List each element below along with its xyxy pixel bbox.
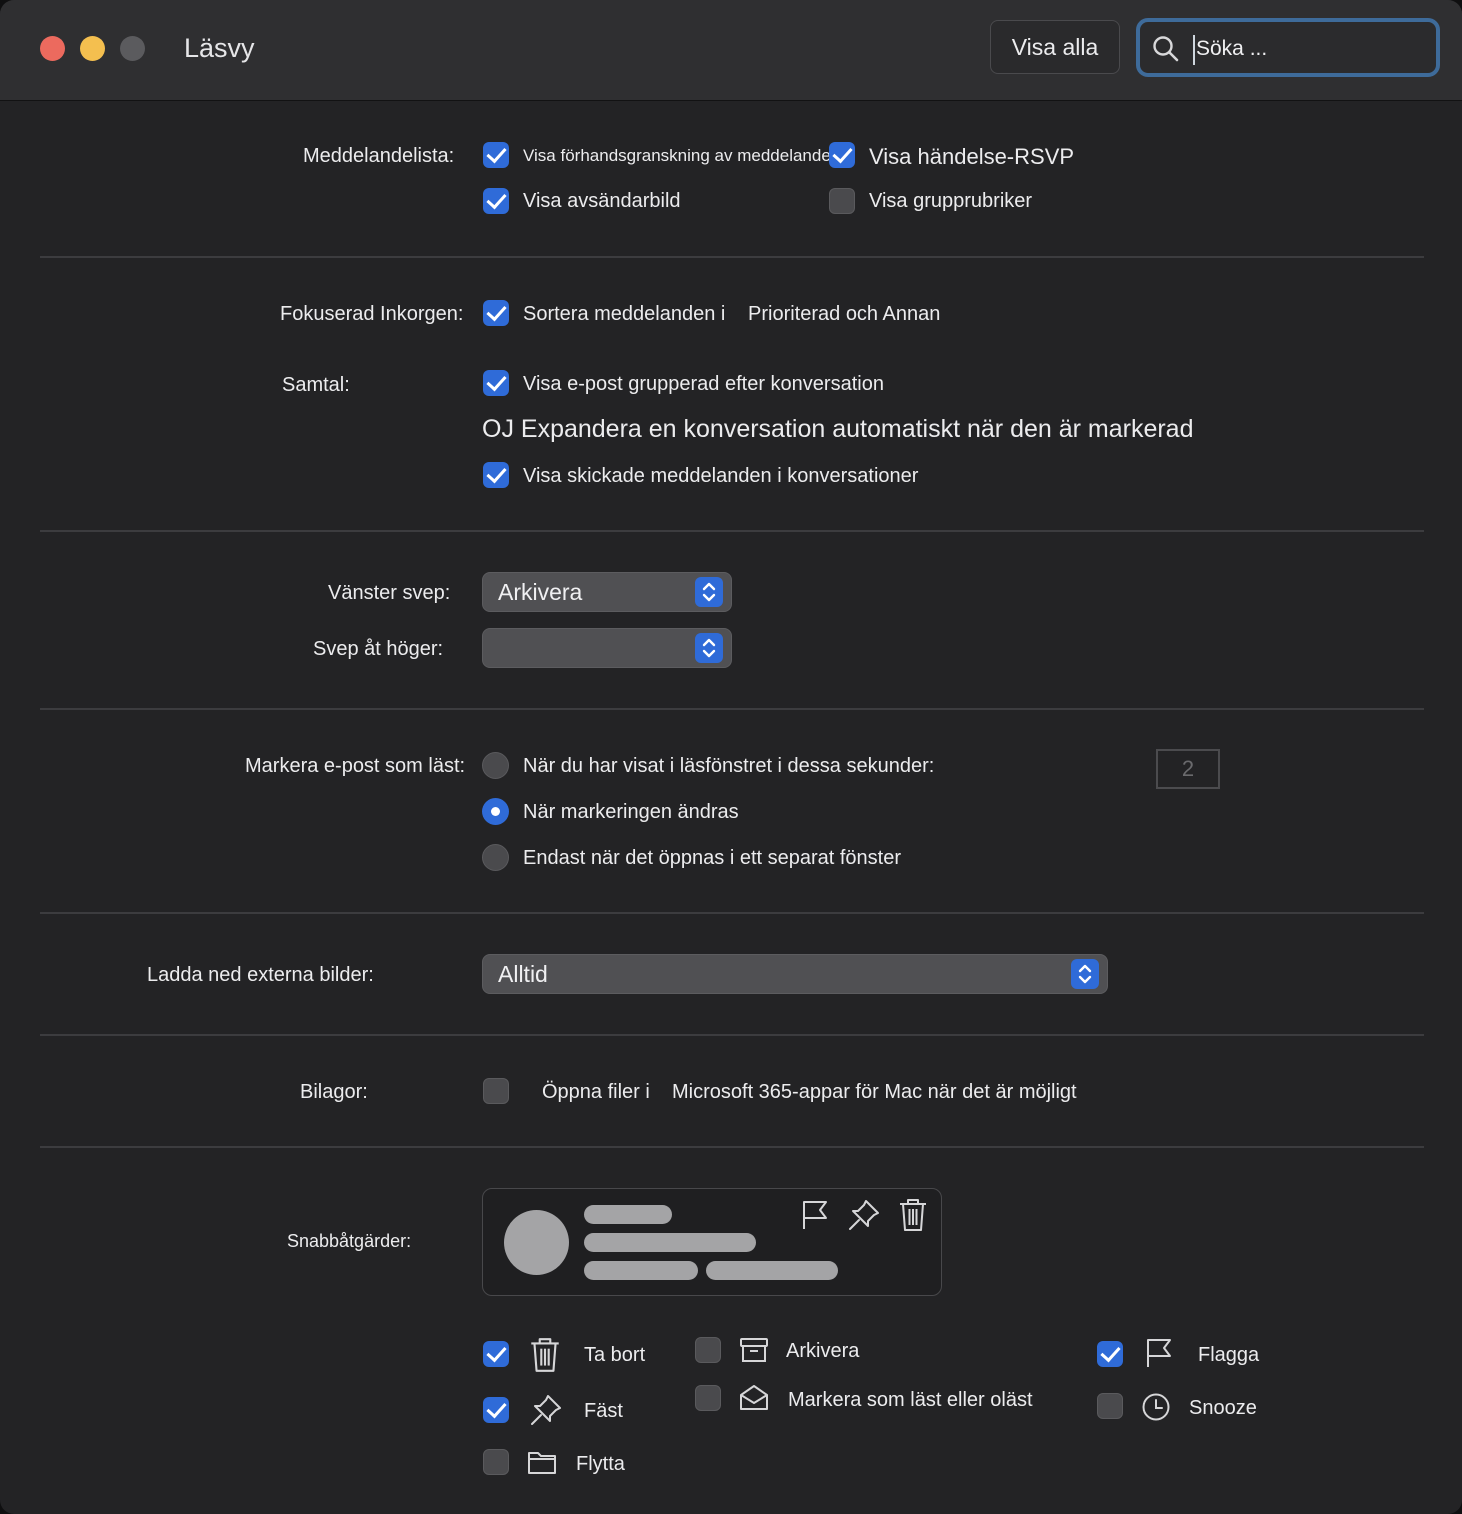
chevron-up-down-icon	[695, 633, 723, 663]
show-sender-image-checkbox[interactable]	[483, 188, 509, 214]
zoom-window-button[interactable]	[120, 36, 145, 61]
quick-action-flag-checkbox[interactable]	[1097, 1341, 1123, 1367]
focused-inbox-checkbox[interactable]	[483, 300, 509, 326]
open-in-office-apps-label: Öppna filer i	[542, 1081, 650, 1103]
quick-action-archive-label: Arkivera	[786, 1340, 860, 1362]
right-swipe-popup[interactable]	[482, 628, 732, 668]
external-images-value: Alltid	[498, 961, 548, 987]
show-group-headers-checkbox[interactable]	[829, 188, 855, 214]
mark-read-on-selection-change-label: När markeringen ändras	[523, 801, 739, 823]
open-in-office-apps-suffix: Microsoft 365-appar för Mac när det är m…	[672, 1081, 1077, 1103]
search-icon	[1153, 36, 1179, 62]
section-divider	[40, 1034, 1424, 1036]
preview-line	[584, 1233, 756, 1252]
show-sender-image-label: Visa avsändarbild	[523, 190, 681, 212]
quick-action-snooze-label: Snooze	[1189, 1397, 1257, 1419]
show-sent-in-conversations-checkbox[interactable]	[483, 462, 509, 488]
section-divider	[40, 256, 1424, 258]
quick-action-snooze-checkbox[interactable]	[1097, 1393, 1123, 1419]
left-swipe-label: Vänster svep:	[328, 582, 451, 604]
focused-inbox-label: Fokuserad Inkorgen:	[280, 303, 464, 325]
preview-line	[706, 1261, 838, 1280]
preview-line	[584, 1205, 672, 1224]
mark-read-on-selection-change-radio[interactable]	[482, 798, 509, 825]
section-divider	[40, 708, 1424, 710]
chevron-up-down-icon	[695, 577, 723, 607]
trash-icon	[531, 1338, 559, 1372]
window-title: Läsvy	[184, 33, 255, 63]
quick-action-delete-label: Ta bort	[584, 1344, 646, 1366]
section-divider	[40, 912, 1424, 914]
text-cursor	[1193, 35, 1195, 65]
quick-action-flag-label: Flagga	[1198, 1344, 1260, 1366]
search-input[interactable]	[1196, 32, 1426, 66]
envelope-open-icon	[740, 1385, 768, 1410]
chevron-up-down-icon	[1071, 959, 1099, 989]
conversations-label: Samtal:	[282, 374, 350, 396]
quick-action-archive-checkbox[interactable]	[695, 1337, 721, 1363]
section-divider	[40, 1146, 1424, 1148]
show-group-headers-label: Visa grupprubriker	[869, 190, 1033, 212]
preferences-window: Läsvy Visa alla Meddelandelista: Visa fö…	[0, 0, 1462, 1514]
show-sent-in-conversations-label: Visa skickade meddelanden i konversation…	[523, 465, 919, 487]
auto-expand-conversation-label: OJ Expandera en konversation automatiskt…	[482, 415, 1194, 443]
close-window-button[interactable]	[40, 36, 65, 61]
external-images-label: Ladda ned externa bilder:	[147, 964, 374, 986]
quick-action-mark-read-label: Markera som läst eller oläst	[788, 1389, 1033, 1411]
show-message-preview-label: Visa förhandsgranskning av meddelande	[523, 146, 831, 165]
quick-action-pin-checkbox[interactable]	[483, 1397, 509, 1423]
search-field[interactable]	[1136, 18, 1440, 77]
group-by-conversation-checkbox[interactable]	[483, 370, 509, 396]
external-images-popup[interactable]: Alltid	[482, 954, 1108, 994]
quick-actions-label: Snabbåtgärder:	[287, 1231, 412, 1251]
minimize-window-button[interactable]	[80, 36, 105, 61]
message-list-label: Meddelandelista:	[303, 145, 455, 167]
flag-icon	[803, 1201, 827, 1229]
focused-inbox-option-label: Sortera meddelanden i	[523, 303, 726, 325]
mark-read-separate-window-label: Endast när det öppnas i ett separat föns…	[523, 847, 902, 869]
quick-action-mark-read-checkbox[interactable]	[695, 1385, 721, 1411]
focused-inbox-option-suffix: Prioriterad och Annan	[748, 303, 941, 325]
mark-read-separate-window-radio[interactable]	[482, 844, 509, 871]
pin-icon	[849, 1200, 879, 1230]
archive-icon	[740, 1338, 768, 1362]
quick-actions-preview	[482, 1188, 942, 1296]
trash-icon	[900, 1199, 926, 1231]
show-all-button[interactable]: Visa alla	[990, 20, 1120, 74]
mark-read-after-seconds-label: När du har visat i läsfönstret i dessa s…	[523, 755, 935, 777]
title-bar: Läsvy Visa alla	[0, 0, 1462, 101]
preview-line	[584, 1261, 698, 1280]
left-swipe-popup[interactable]: Arkivera	[482, 572, 732, 612]
show-event-rsvp-label: Visa händelse-RSVP	[869, 144, 1075, 169]
quick-action-pin-label: Fäst	[584, 1400, 623, 1422]
show-message-preview-checkbox[interactable]	[483, 142, 509, 168]
left-swipe-value: Arkivera	[498, 579, 583, 605]
mark-read-after-seconds-radio[interactable]	[482, 752, 509, 779]
quick-action-delete-checkbox[interactable]	[483, 1341, 509, 1367]
attachments-label: Bilagor:	[300, 1081, 368, 1103]
group-by-conversation-label: Visa e-post grupperad efter konversation	[523, 373, 884, 395]
open-in-office-apps-checkbox[interactable]	[483, 1078, 509, 1104]
flag-icon	[1147, 1339, 1171, 1367]
quick-action-move-label: Flytta	[576, 1453, 625, 1475]
pin-icon	[531, 1395, 561, 1425]
folder-icon	[528, 1452, 556, 1474]
right-swipe-label: Svep åt höger:	[313, 638, 444, 660]
avatar	[504, 1210, 569, 1275]
quick-action-move-checkbox[interactable]	[483, 1449, 509, 1475]
clock-icon	[1142, 1393, 1170, 1421]
mark-read-label: Markera e-post som läst:	[245, 755, 466, 777]
section-divider	[40, 530, 1424, 532]
mark-read-seconds-field[interactable]: 2	[1156, 749, 1220, 789]
show-event-rsvp-checkbox[interactable]	[829, 142, 855, 168]
